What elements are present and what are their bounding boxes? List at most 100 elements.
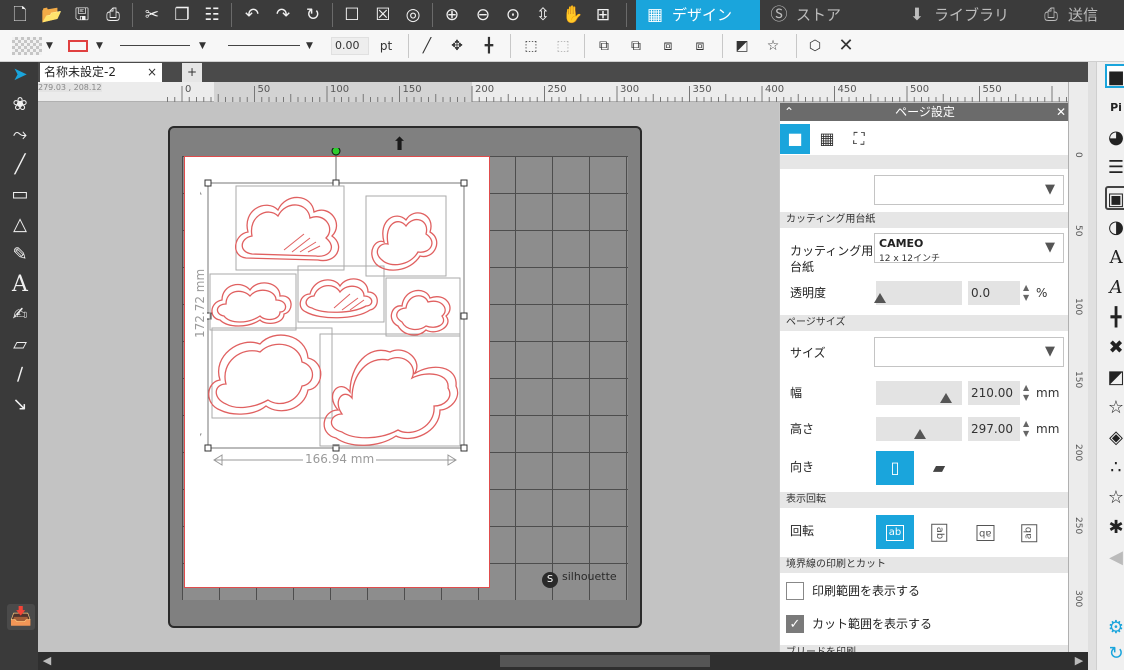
line-tool-icon[interactable]: ╱ xyxy=(416,34,438,58)
point-edit-icon[interactable]: ❀ xyxy=(7,92,33,118)
fill-color-icon[interactable]: ◕ xyxy=(1105,126,1124,150)
rotate-handle[interactable] xyxy=(331,148,341,156)
replicate-icon[interactable]: ✖ xyxy=(1105,336,1124,360)
line-style-icon[interactable]: ☰ xyxy=(1105,156,1124,180)
show-print-area-checkbox[interactable] xyxy=(786,582,804,600)
tab-store[interactable]: Ⓢ ストア xyxy=(760,0,884,30)
contrast-icon[interactable]: ◑ xyxy=(1105,216,1124,240)
width-stepper[interactable]: ▲ ▼ xyxy=(1023,383,1029,403)
transform-icon[interactable]: ╋ xyxy=(1105,306,1124,330)
ungroup-icon[interactable]: ⬚ xyxy=(550,34,576,58)
select-all-icon[interactable]: ☐ xyxy=(340,3,364,27)
media-type-dropdown[interactable]: ▼ xyxy=(874,175,1064,205)
modify-icon[interactable]: ◩ xyxy=(1105,366,1124,390)
collapse-panel-icon[interactable]: ⌃ xyxy=(784,103,794,121)
tab-design[interactable]: ▦ デザイン xyxy=(636,0,760,30)
page-setup-tab-icon[interactable]: ■ xyxy=(780,124,810,154)
send-back-icon[interactable]: ⧈ xyxy=(656,34,680,58)
zoom-out-icon[interactable]: ⊖ xyxy=(471,3,495,27)
line-color-swatch[interactable] xyxy=(68,40,88,52)
paste-icon[interactable]: ☷ xyxy=(200,3,224,27)
sketch-effects-icon[interactable]: ∴ xyxy=(1105,456,1124,480)
deselect-icon[interactable]: ☒ xyxy=(371,3,395,27)
send-backward-icon[interactable]: ⧈ xyxy=(688,34,712,58)
tab-send[interactable]: ⎙ 送信 xyxy=(1032,0,1124,30)
landscape-icon[interactable]: ▰ xyxy=(920,451,958,485)
rotate-270-icon[interactable]: ab xyxy=(1010,515,1048,549)
align-icon[interactable]: ╋ xyxy=(476,34,502,58)
chevron-down-icon[interactable]: ▼ xyxy=(306,34,313,58)
horizontal-scrollbar[interactable]: ◀ ▶ xyxy=(38,652,1088,670)
polygon-tool-icon[interactable]: △ xyxy=(7,212,33,238)
pencil-tool-icon[interactable]: ✎ xyxy=(7,242,33,268)
offset-star-icon[interactable]: ☆ xyxy=(1105,396,1124,420)
chevron-down-icon[interactable]: ▼ xyxy=(96,34,103,58)
save-icon[interactable]: 🖫 xyxy=(70,3,94,27)
scroll-thumb[interactable] xyxy=(500,655,710,667)
pointer-tool-icon[interactable]: ➤ xyxy=(7,62,33,88)
text-tool-icon[interactable]: A xyxy=(7,272,33,298)
font-icon[interactable]: A xyxy=(1105,276,1124,300)
favorites-star-icon[interactable]: ☆ xyxy=(1105,486,1124,510)
page-setup-icon[interactable]: ■ xyxy=(1105,64,1124,88)
pan-hand-icon[interactable]: ✋ xyxy=(561,3,585,27)
select-by-color-icon[interactable]: ◎ xyxy=(401,3,425,27)
portrait-icon[interactable]: ▯ xyxy=(876,451,914,485)
line-tool-icon[interactable]: ╱ xyxy=(7,152,33,178)
line-width-input[interactable]: 0.00 xyxy=(331,37,369,55)
line-style-preview[interactable] xyxy=(120,45,190,46)
chevron-down-icon[interactable]: ▼ xyxy=(199,34,206,58)
scroll-left-icon[interactable]: ◀ xyxy=(40,653,54,669)
text-style-icon[interactable]: A xyxy=(1105,246,1124,270)
knife-tool-icon[interactable]: ∕ xyxy=(7,362,33,388)
vertical-scrollbar[interactable] xyxy=(1088,62,1096,670)
rectangle-tool-icon[interactable]: ▭ xyxy=(7,182,33,208)
rotate-0-icon[interactable]: ab xyxy=(876,515,914,549)
tab-library[interactable]: ⬇ ライブラリ xyxy=(898,0,1028,30)
star-icon[interactable]: ☆ xyxy=(760,34,786,58)
sync-icon[interactable]: ↻ xyxy=(1105,642,1124,666)
open-folder-icon[interactable]: 📂 xyxy=(40,3,64,27)
eyedropper-tool-icon[interactable]: ↘ xyxy=(7,392,33,418)
move-icon[interactable]: ✥ xyxy=(446,34,468,58)
bring-front-icon[interactable]: ⧉ xyxy=(592,34,616,58)
fill-pattern-swatch[interactable] xyxy=(12,37,42,55)
transparency-stepper[interactable]: ▲ ▼ xyxy=(1023,283,1029,303)
close-panel-icon[interactable]: ✕ xyxy=(1056,103,1066,121)
scroll-right-icon[interactable]: ▶ xyxy=(1072,653,1086,669)
cloud-design-group[interactable] xyxy=(200,148,500,478)
page-size-dropdown[interactable]: ▼ xyxy=(874,337,1064,367)
print-icon[interactable]: ⎙ xyxy=(101,3,125,27)
settings-icon[interactable]: ⚙ xyxy=(1105,616,1124,640)
transparency-input[interactable]: 0.0 xyxy=(968,281,1020,305)
puzzle-icon[interactable]: ✱ xyxy=(1105,516,1124,540)
chevron-down-icon[interactable]: ▼ xyxy=(46,34,53,58)
zoom-in-icon[interactable]: ⊕ xyxy=(440,3,464,27)
3d-box-icon[interactable]: ⬡ xyxy=(802,34,828,58)
height-input[interactable]: 297.00 xyxy=(968,417,1020,441)
rotate-90-icon[interactable]: ab xyxy=(920,515,958,549)
redo-icon[interactable]: ↷ xyxy=(271,3,295,27)
close-icon[interactable]: ✕ xyxy=(834,34,858,58)
image-effects-icon[interactable]: ▣ xyxy=(1105,186,1124,210)
fit-to-page-icon[interactable]: ⊞ xyxy=(591,3,615,27)
cut-icon[interactable]: ✂ xyxy=(140,3,164,27)
bring-forward-icon[interactable]: ⧉ xyxy=(624,34,648,58)
redraw-icon[interactable]: ↻ xyxy=(301,3,325,27)
trace-icon[interactable]: ◈ xyxy=(1105,426,1124,450)
height-slider[interactable] xyxy=(876,417,962,441)
close-tab-icon[interactable]: × xyxy=(147,63,157,82)
line-join-preview[interactable] xyxy=(228,45,300,46)
rotate-180-icon[interactable]: ab xyxy=(966,515,1004,549)
registration-tab-icon[interactable]: ⛶ xyxy=(844,124,874,154)
show-cut-area-checkbox[interactable]: ✓ xyxy=(786,615,804,633)
move-page-icon[interactable]: ⇳ xyxy=(531,3,555,27)
width-slider[interactable] xyxy=(876,381,962,405)
library-panel-icon[interactable]: 📥 xyxy=(7,604,35,630)
document-tab[interactable]: 名称未設定-2 × xyxy=(40,63,162,82)
shapes-icon[interactable]: ◩ xyxy=(730,34,754,58)
bezier-curve-icon[interactable]: ⤳ xyxy=(7,122,33,148)
copy-icon[interactable]: ❐ xyxy=(170,3,194,27)
grid-tab-icon[interactable]: ▦ xyxy=(812,124,842,154)
arrow-left-icon[interactable]: ◀ xyxy=(1105,546,1124,570)
